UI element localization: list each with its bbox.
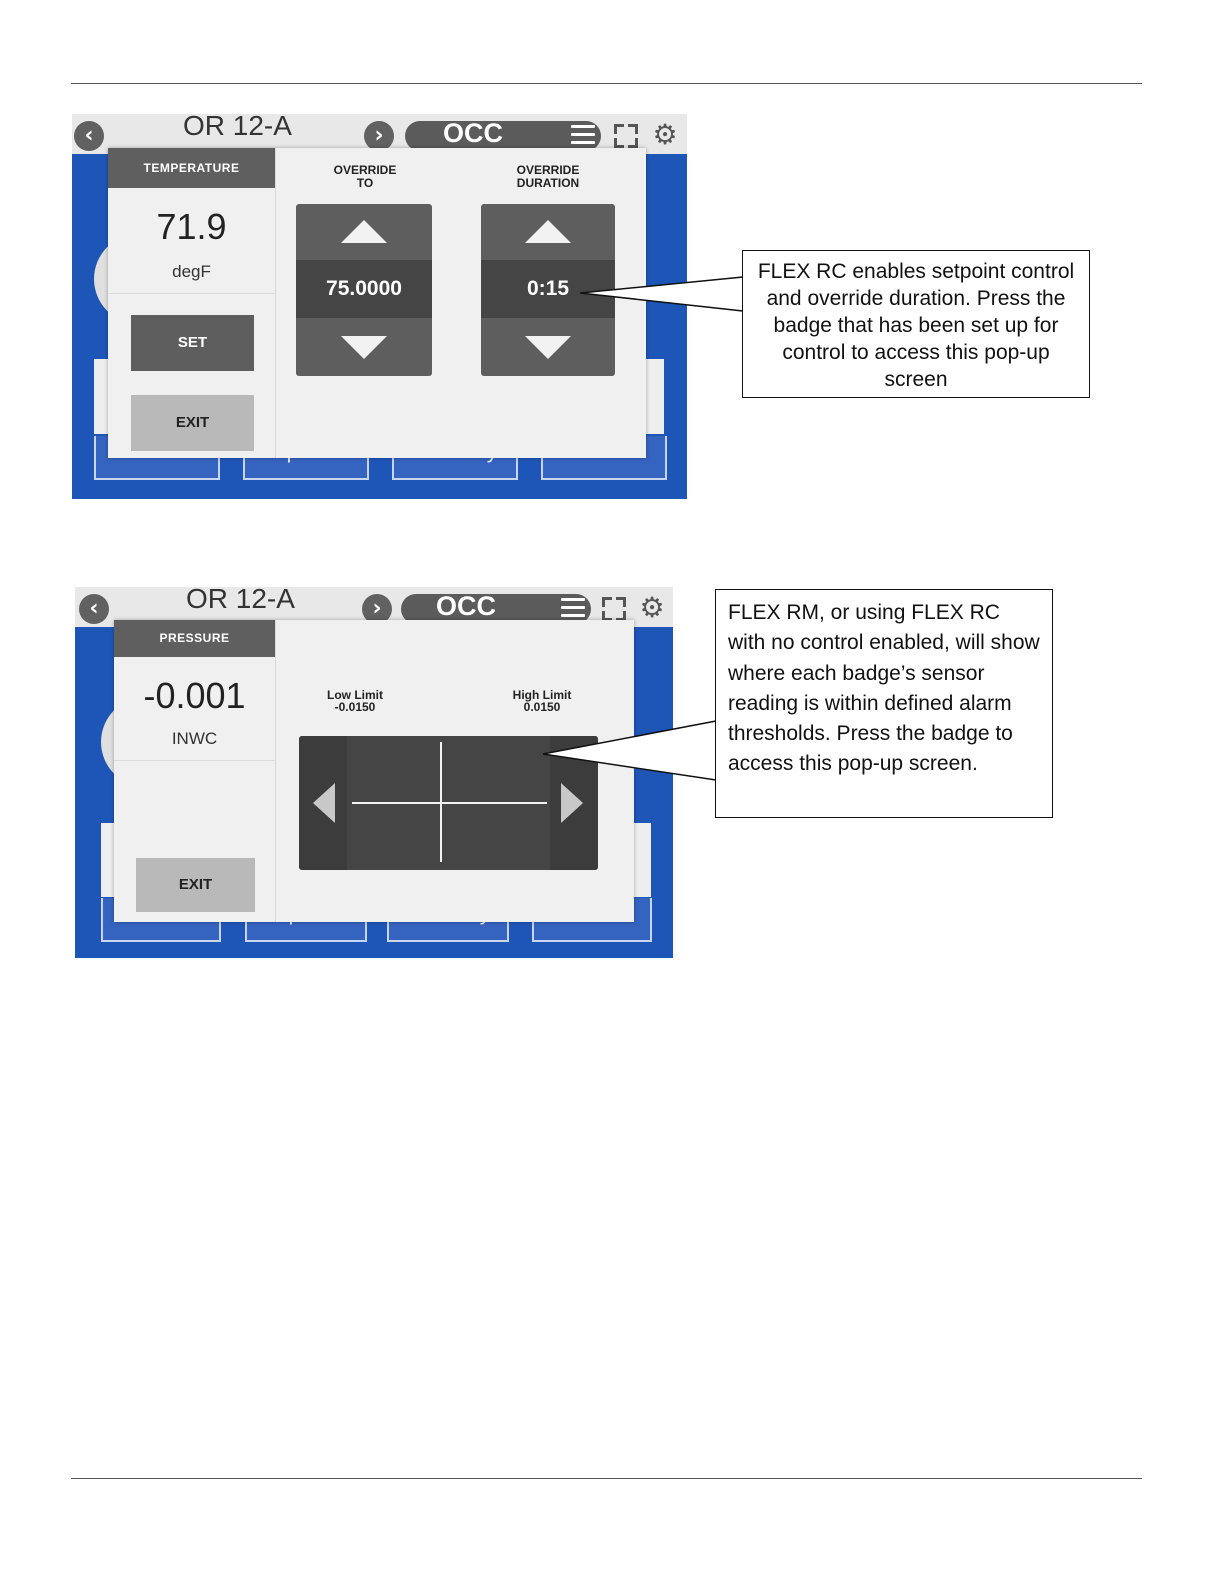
callout-flex-rm: FLEX RM, or using FLEX RC with no contro… — [715, 589, 1053, 818]
callout-text: FLEX RC enables setpoint control and ove… — [757, 260, 1075, 391]
callout-flex-rc: FLEX RC enables setpoint control and ove… — [742, 250, 1090, 398]
callout-text: FLEX RM, or using FLEX RC with no contro… — [728, 601, 1040, 776]
